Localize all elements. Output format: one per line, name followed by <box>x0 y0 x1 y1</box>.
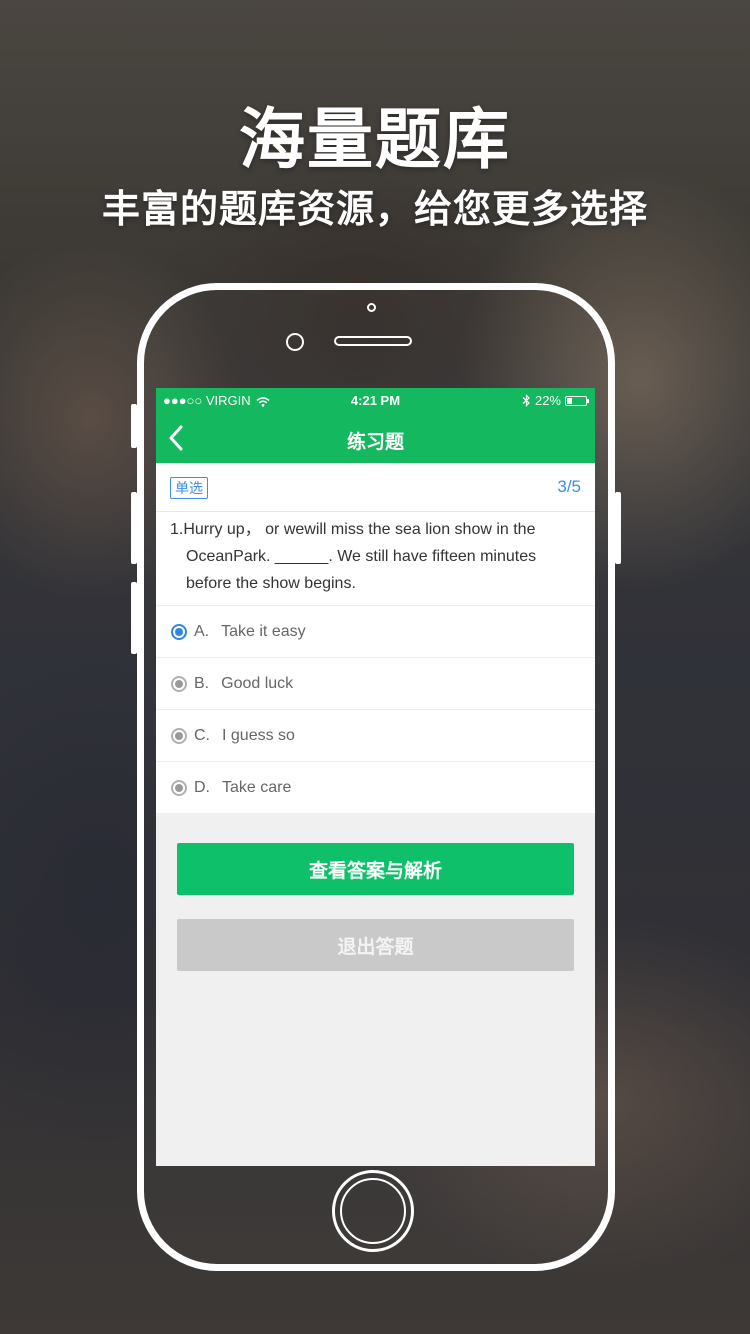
question-type-badge: 单选 <box>170 477 208 499</box>
option-text: Take it easy <box>221 622 306 640</box>
phone-mute-switch <box>131 404 137 448</box>
battery-percent: 22% <box>534 393 561 408</box>
radio-unselected-icon <box>171 675 187 692</box>
option-c[interactable]: C. I guess so <box>156 710 595 762</box>
option-text: I guess so <box>222 726 295 744</box>
option-text: Good luck <box>221 674 294 692</box>
question-line: 1.Hurry up， or wewill miss the sea lion … <box>170 521 536 538</box>
question-progress: 3/5 <box>557 477 581 496</box>
option-a[interactable]: A. Take it easy <box>156 606 595 658</box>
status-right: 22% <box>522 393 589 408</box>
proximity-sensor <box>367 303 376 312</box>
phone-volume-up <box>131 492 137 564</box>
nav-bar: 练习题 <box>156 413 595 463</box>
phone-power-button <box>615 492 621 564</box>
battery-icon <box>565 395 589 406</box>
page-title: 练习题 <box>346 432 404 453</box>
home-button <box>332 1170 414 1252</box>
question-card: 单选 3/5 1.Hurry up， or wewill miss the se… <box>156 463 595 813</box>
question-line: OceanPark. ______. We still have fifteen… <box>186 548 537 565</box>
promo-title: 海量题库 <box>239 101 511 178</box>
option-letter: D. <box>194 778 210 796</box>
option-d[interactable]: D. Take care <box>156 762 595 813</box>
bluetooth-icon <box>522 394 530 407</box>
question-line: before the show begins. <box>186 575 356 592</box>
question-header: 单选 3/5 <box>156 463 595 512</box>
earpiece-speaker <box>334 336 412 346</box>
app-screen: ●●●○○ VIRGIN 4:21 PM 22% 练习题 单选 3/5 1.Hu… <box>156 388 595 1166</box>
question-text: 1.Hurry up， or wewill miss the sea lion … <box>156 512 595 606</box>
option-b[interactable]: B. Good luck <box>156 658 595 710</box>
option-letter: A. <box>194 622 210 640</box>
option-text: Take care <box>222 778 292 796</box>
radio-unselected-icon <box>171 779 187 796</box>
front-camera <box>286 333 304 351</box>
radio-selected-icon <box>171 623 187 640</box>
exit-quiz-button[interactable]: 退出答题 <box>177 919 574 971</box>
option-letter: C. <box>194 726 210 744</box>
phone-volume-down <box>131 582 137 654</box>
promo-subtitle: 丰富的题库资源，给您更多选择 <box>101 187 648 231</box>
view-answer-button[interactable]: 查看答案与解析 <box>177 843 574 895</box>
radio-unselected-icon <box>171 727 187 744</box>
option-letter: B. <box>194 674 210 692</box>
status-bar: ●●●○○ VIRGIN 4:21 PM 22% <box>156 388 595 413</box>
